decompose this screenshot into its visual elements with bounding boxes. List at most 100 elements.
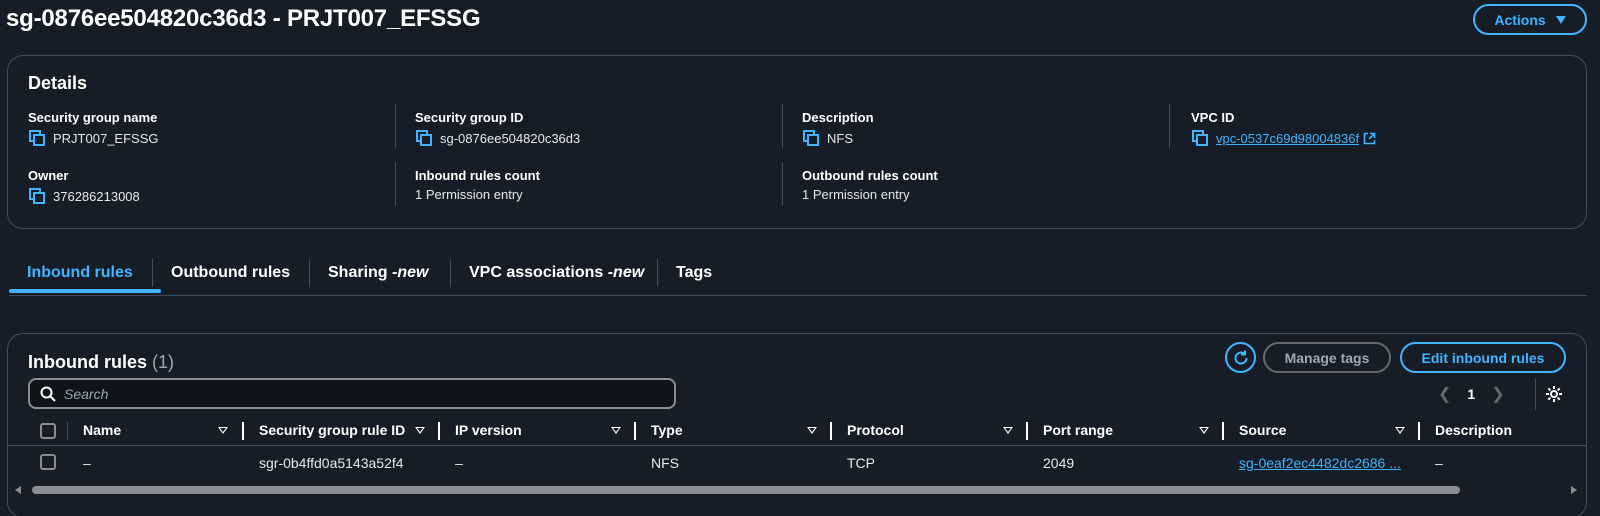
- divider: [782, 162, 783, 206]
- page-title: sg-0876ee504820c36d3 - PRJT007_EFSSG: [6, 5, 481, 32]
- gear-icon[interactable]: [1544, 384, 1564, 404]
- edit-inbound-rules-button[interactable]: Edit inbound rules: [1400, 342, 1566, 373]
- copy-icon[interactable]: [28, 187, 46, 205]
- tab-inbound-rules[interactable]: Inbound rules: [27, 253, 133, 293]
- copy-icon[interactable]: [802, 129, 820, 147]
- tab-separator: [152, 259, 153, 287]
- field-value: PRJT007_EFSSG: [28, 129, 159, 147]
- horizontal-scrollbar[interactable]: [8, 484, 1586, 496]
- field-inbound-rules-count: Inbound rules count 1 Permission entry: [415, 168, 540, 202]
- search-box[interactable]: [28, 378, 676, 409]
- field-label: VPC ID: [1191, 110, 1235, 125]
- field-label: Security group name: [28, 110, 158, 125]
- tab-label: Outbound rules: [171, 264, 291, 281]
- inbound-count-value: 1 Permission entry: [415, 187, 523, 202]
- field-value: NFS: [802, 129, 874, 147]
- column-header-protocol[interactable]: Protocol: [847, 422, 904, 438]
- cell-name: –: [83, 455, 91, 471]
- tab-vpc-associations[interactable]: VPC associations - new: [469, 253, 644, 293]
- sort-icon[interactable]: [218, 427, 228, 434]
- column-header-port-range[interactable]: Port range: [1043, 422, 1113, 438]
- previous-page-icon[interactable]: ❮: [1438, 384, 1451, 404]
- vpc-id-value: vpc-0537c69d98004836f: [1216, 130, 1360, 146]
- column-resizer[interactable]: [242, 422, 244, 440]
- search-icon: [40, 386, 56, 402]
- tab-sharing[interactable]: Sharing - new: [328, 253, 428, 293]
- tab-label: Sharing -: [328, 264, 398, 281]
- tab-label: Tags: [676, 264, 713, 281]
- sort-icon[interactable]: [415, 427, 425, 434]
- tab-separator: [450, 259, 451, 287]
- sort-icon[interactable]: [807, 427, 817, 434]
- field-value: 376286213008: [28, 187, 140, 205]
- tab-separator: [657, 259, 658, 287]
- active-tab-indicator: [9, 289, 161, 293]
- column-resizer[interactable]: [1222, 422, 1224, 440]
- tab-outbound-rules[interactable]: Outbound rules: [171, 253, 290, 293]
- tabs-baseline: [9, 295, 1587, 296]
- tab-bar: Inbound rules Outbound rules Sharing - n…: [9, 253, 1587, 296]
- column-header-type[interactable]: Type: [651, 422, 683, 438]
- manage-tags-button[interactable]: Manage tags: [1263, 342, 1391, 373]
- copy-icon[interactable]: [28, 129, 46, 147]
- copy-icon[interactable]: [1191, 129, 1209, 147]
- divider: [395, 162, 396, 206]
- sort-icon[interactable]: [611, 427, 621, 434]
- tab-label: VPC associations -: [469, 264, 614, 281]
- rules-heading: Inbound rules (1): [28, 352, 174, 373]
- inbound-rules-panel: Inbound rules (1) Manage tags Edit inbou…: [7, 333, 1587, 516]
- column-resizer[interactable]: [634, 422, 636, 440]
- outbound-count-value: 1 Permission entry: [802, 187, 910, 202]
- details-panel: Details Security group name PRJT007_EFSS…: [7, 55, 1587, 229]
- sort-icon[interactable]: [1395, 427, 1405, 434]
- column-header-rule-id[interactable]: Security group rule ID: [259, 422, 405, 438]
- column-header-source[interactable]: Source: [1239, 422, 1286, 438]
- sort-icon[interactable]: [1003, 427, 1013, 434]
- column-header-description[interactable]: Description: [1435, 422, 1512, 438]
- divider: [1169, 104, 1170, 148]
- current-page[interactable]: 1: [1467, 386, 1475, 402]
- scroll-left-icon[interactable]: [15, 486, 21, 494]
- column-resizer[interactable]: [830, 422, 832, 440]
- sort-icon[interactable]: [1199, 427, 1209, 434]
- next-page-icon[interactable]: ❯: [1491, 384, 1504, 404]
- select-all-checkbox[interactable]: [40, 423, 56, 439]
- pagination: ❮ 1 ❯: [1438, 384, 1505, 404]
- details-heading: Details: [28, 73, 88, 93]
- tab-tags[interactable]: Tags: [676, 253, 712, 293]
- table-row[interactable]: – sgr-0b4ffd0a5143a52f4 – NFS TCP 2049 s…: [8, 448, 1586, 478]
- column-header-name[interactable]: Name: [83, 422, 121, 438]
- field-label: Outbound rules count: [802, 168, 938, 183]
- search-input[interactable]: [64, 385, 644, 402]
- cell-description: –: [1435, 455, 1443, 471]
- column-resizer[interactable]: [1418, 422, 1420, 440]
- scroll-right-icon[interactable]: [1571, 486, 1577, 494]
- sg-name-value: PRJT007_EFSSG: [53, 130, 159, 146]
- column-resizer[interactable]: [438, 422, 440, 440]
- column-header-ip-version[interactable]: IP version: [455, 422, 522, 438]
- tab-label: Inbound rules: [27, 264, 133, 281]
- vpc-id-link[interactable]: vpc-0537c69d98004836f: [1216, 131, 1376, 146]
- description-value: NFS: [827, 130, 853, 146]
- cell-rule-id: sgr-0b4ffd0a5143a52f4: [259, 455, 404, 471]
- field-label: Owner: [28, 168, 69, 183]
- caret-down-icon: [1555, 15, 1566, 24]
- external-link-icon: [1363, 132, 1376, 144]
- cell-ip-version: –: [455, 455, 463, 471]
- column-resizer[interactable]: [1026, 422, 1028, 440]
- actions-button[interactable]: Actions: [1473, 4, 1587, 35]
- field-description: Description NFS: [802, 110, 874, 147]
- divider: [782, 104, 783, 148]
- field-label: Security group ID: [415, 110, 524, 125]
- copy-icon[interactable]: [415, 129, 433, 147]
- tab-new-badge: new: [613, 264, 645, 281]
- field-value: sg-0876ee504820c36d3: [415, 129, 580, 147]
- field-security-group-name: Security group name PRJT007_EFSSG: [28, 110, 159, 147]
- cell-port-range: 2049: [1043, 455, 1075, 471]
- table-header: Name Security group rule ID IP version T…: [8, 418, 1586, 446]
- refresh-button[interactable]: [1225, 342, 1256, 373]
- row-checkbox[interactable]: [40, 454, 56, 470]
- scrollbar-thumb[interactable]: [32, 486, 1460, 494]
- field-value: 1 Permission entry: [802, 187, 938, 202]
- cell-source-link[interactable]: sg-0eaf2ec4482dc2686 ...: [1239, 455, 1401, 471]
